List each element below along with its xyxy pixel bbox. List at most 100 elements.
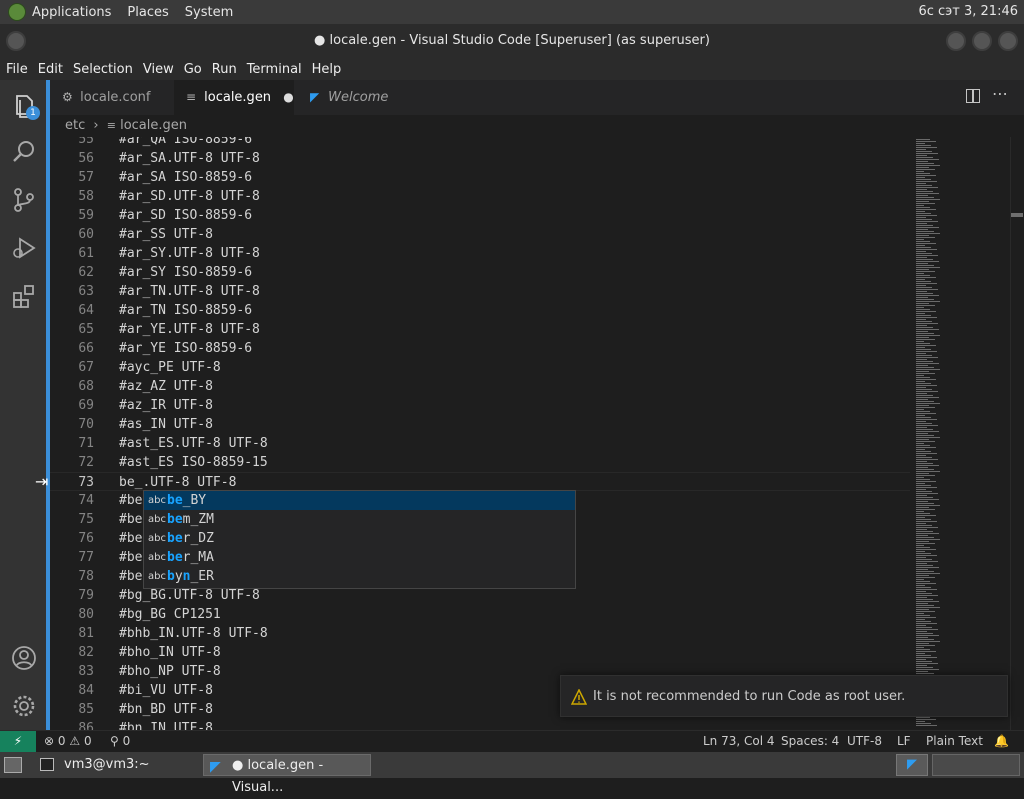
cursor-position[interactable]: Ln 73, Col 4 (703, 731, 775, 752)
breadcrumb-file[interactable]: locale.gen (120, 118, 187, 133)
ports-indicator[interactable]: ⚲ 0 (110, 731, 130, 752)
editor-line[interactable]: 65 #ar_YE.UTF-8 UTF-8 (50, 320, 910, 339)
explorer-badge: 1 (26, 106, 40, 120)
tab-label: Welcome (328, 90, 389, 105)
editor-line[interactable]: 72 #ast_ES ISO-8859-15 (50, 453, 910, 472)
menu-view[interactable]: View (143, 62, 174, 77)
workspace-switcher[interactable] (932, 754, 1020, 776)
end-of-line[interactable]: LF (897, 731, 911, 752)
editor-line[interactable]: 67 #ayc_PE UTF-8 (50, 358, 910, 377)
notifications-bell-icon[interactable]: 🔔 (994, 731, 1009, 752)
panel-menu-places[interactable]: Places (127, 5, 168, 20)
suggestion-item[interactable]: abc bem_ZM (144, 510, 575, 529)
editor-line[interactable]: 56 #ar_SA.UTF-8 UTF-8 (50, 149, 910, 168)
suggestion-item[interactable]: abc ber_DZ (144, 529, 575, 548)
show-desktop-icon[interactable] (4, 757, 22, 773)
minimap-line (916, 565, 933, 566)
menu-selection[interactable]: Selection (73, 62, 133, 77)
maximize-button[interactable] (972, 31, 992, 51)
line-text: #ar_SA.UTF-8 UTF-8 (119, 151, 260, 166)
editor-line[interactable]: 59 #ar_SD ISO-8859-6 (50, 206, 910, 225)
search-icon[interactable] (10, 138, 38, 166)
explorer-icon[interactable]: 1 (10, 92, 40, 120)
minimap-line (916, 401, 934, 402)
editor-line[interactable]: 80 #bg_BG CP1251 (50, 605, 910, 624)
tab-welcome[interactable]: ◤ Welcome (298, 80, 414, 115)
vertical-scrollbar[interactable] (1010, 137, 1024, 730)
editor-text-area[interactable]: 55 #ar_QA ISO-8859-6 56 #ar_SA.UTF-8 UTF-8 5… (50, 137, 910, 730)
editor-line[interactable]: 86 #bn_IN UTF-8 (50, 719, 910, 730)
minimap-line (916, 639, 934, 640)
dirty-indicator-icon[interactable]: ● (283, 90, 293, 104)
suggestion-item[interactable]: abc be_BY (144, 491, 575, 510)
minimap-line (916, 257, 927, 258)
remote-indicator-icon[interactable]: ⚡ (0, 731, 36, 753)
taskbar-item-terminal[interactable]: vm3@vm3:~ (36, 754, 196, 776)
minimap-line (916, 345, 936, 346)
menu-help[interactable]: Help (312, 62, 342, 77)
editor-line[interactable]: 64 #ar_TN ISO-8859-6 (50, 301, 910, 320)
problems-indicator[interactable]: ⊗ 0 ⚠ 0 (44, 731, 92, 752)
editor-line[interactable]: 73 be_.UTF-8 UTF-8 (50, 472, 910, 491)
editor-line[interactable]: 81 #bhb_IN.UTF-8 UTF-8 (50, 624, 910, 643)
taskbar-item-vscode[interactable]: ◤ ● locale.gen - Visual... (203, 754, 371, 795)
settings-gear-icon[interactable] (10, 692, 38, 720)
encoding[interactable]: UTF-8 (847, 731, 882, 752)
suggestion-item[interactable]: abc byn_ER (144, 567, 575, 586)
editor-line[interactable]: 58 #ar_SD.UTF-8 UTF-8 (50, 187, 910, 206)
editor-line[interactable]: 68 #az_AZ UTF-8 (50, 377, 910, 396)
minimize-button[interactable] (946, 31, 966, 51)
minimap-line (916, 149, 926, 150)
menu-file[interactable]: File (6, 62, 28, 77)
minimap-line (916, 189, 927, 190)
line-text: #az_AZ UTF-8 (119, 379, 213, 394)
minimap-line (916, 197, 934, 198)
close-button[interactable] (998, 31, 1018, 51)
editor-line[interactable]: 70 #as_IN UTF-8 (50, 415, 910, 434)
source-control-icon[interactable] (10, 186, 38, 214)
panel-menu-applications[interactable]: Applications (32, 5, 111, 20)
window-menu-button[interactable] (6, 31, 26, 51)
editor-line[interactable]: 69 #az_IR UTF-8 (50, 396, 910, 415)
notification-toast[interactable]: It is not recommended to run Code as roo… (560, 675, 1008, 717)
minimap-line (916, 723, 931, 724)
minimap-line (916, 335, 940, 336)
editor-line[interactable]: 55 #ar_QA ISO-8859-6 (50, 137, 910, 149)
minimap-line (916, 349, 931, 350)
workspace-switcher-vscode-icon[interactable]: ◤ (896, 754, 928, 776)
minimap-line (916, 221, 938, 222)
editor-line[interactable]: 61 #ar_SY.UTF-8 UTF-8 (50, 244, 910, 263)
editor-line[interactable]: 57 #ar_SA ISO-8859-6 (50, 168, 910, 187)
suggestion-item[interactable]: abc ber_MA (144, 548, 575, 567)
editor-line[interactable]: 63 #ar_TN.UTF-8 UTF-8 (50, 282, 910, 301)
indentation[interactable]: Spaces: 4 (781, 731, 839, 752)
menu-run[interactable]: Run (212, 62, 237, 77)
editor-line[interactable]: 82 #bho_IN UTF-8 (50, 643, 910, 662)
account-icon[interactable] (10, 644, 38, 672)
editor-line[interactable]: 71 #ast_ES.UTF-8 UTF-8 (50, 434, 910, 453)
minimap-line (916, 201, 929, 202)
panel-menu-system[interactable]: System (185, 5, 233, 20)
menu-go[interactable]: Go (184, 62, 202, 77)
menu-edit[interactable]: Edit (38, 62, 63, 77)
minimap-line (916, 165, 940, 166)
minimap-line (916, 635, 939, 636)
gnome-logo-icon[interactable] (8, 3, 26, 21)
menu-terminal[interactable]: Terminal (247, 62, 302, 77)
language-mode[interactable]: Plain Text (926, 731, 983, 752)
run-debug-icon[interactable] (10, 234, 38, 262)
tab-locale-gen[interactable]: ≡ locale.gen ● (174, 80, 294, 115)
extensions-icon[interactable] (10, 282, 38, 310)
minimap-line (916, 425, 938, 426)
editor-line[interactable]: 60 #ar_SS UTF-8 (50, 225, 910, 244)
more-actions-icon[interactable]: ⋯ (992, 84, 1008, 103)
editor-line[interactable]: 66 #ar_YE ISO-8859-6 (50, 339, 910, 358)
breadcrumb-folder[interactable]: etc (65, 118, 85, 133)
panel-clock[interactable]: 6с сэт 3, 21:46 (918, 4, 1018, 19)
line-text: #ar_SA ISO-8859-6 (119, 170, 253, 185)
minimap[interactable] (910, 137, 1010, 730)
scrollbar-thumb[interactable] (1011, 213, 1023, 217)
tab-locale-conf[interactable]: ⚙ locale.conf (50, 80, 170, 115)
editor-line[interactable]: 62 #ar_SY ISO-8859-6 (50, 263, 910, 282)
breadcrumb-separator: › (93, 118, 99, 133)
